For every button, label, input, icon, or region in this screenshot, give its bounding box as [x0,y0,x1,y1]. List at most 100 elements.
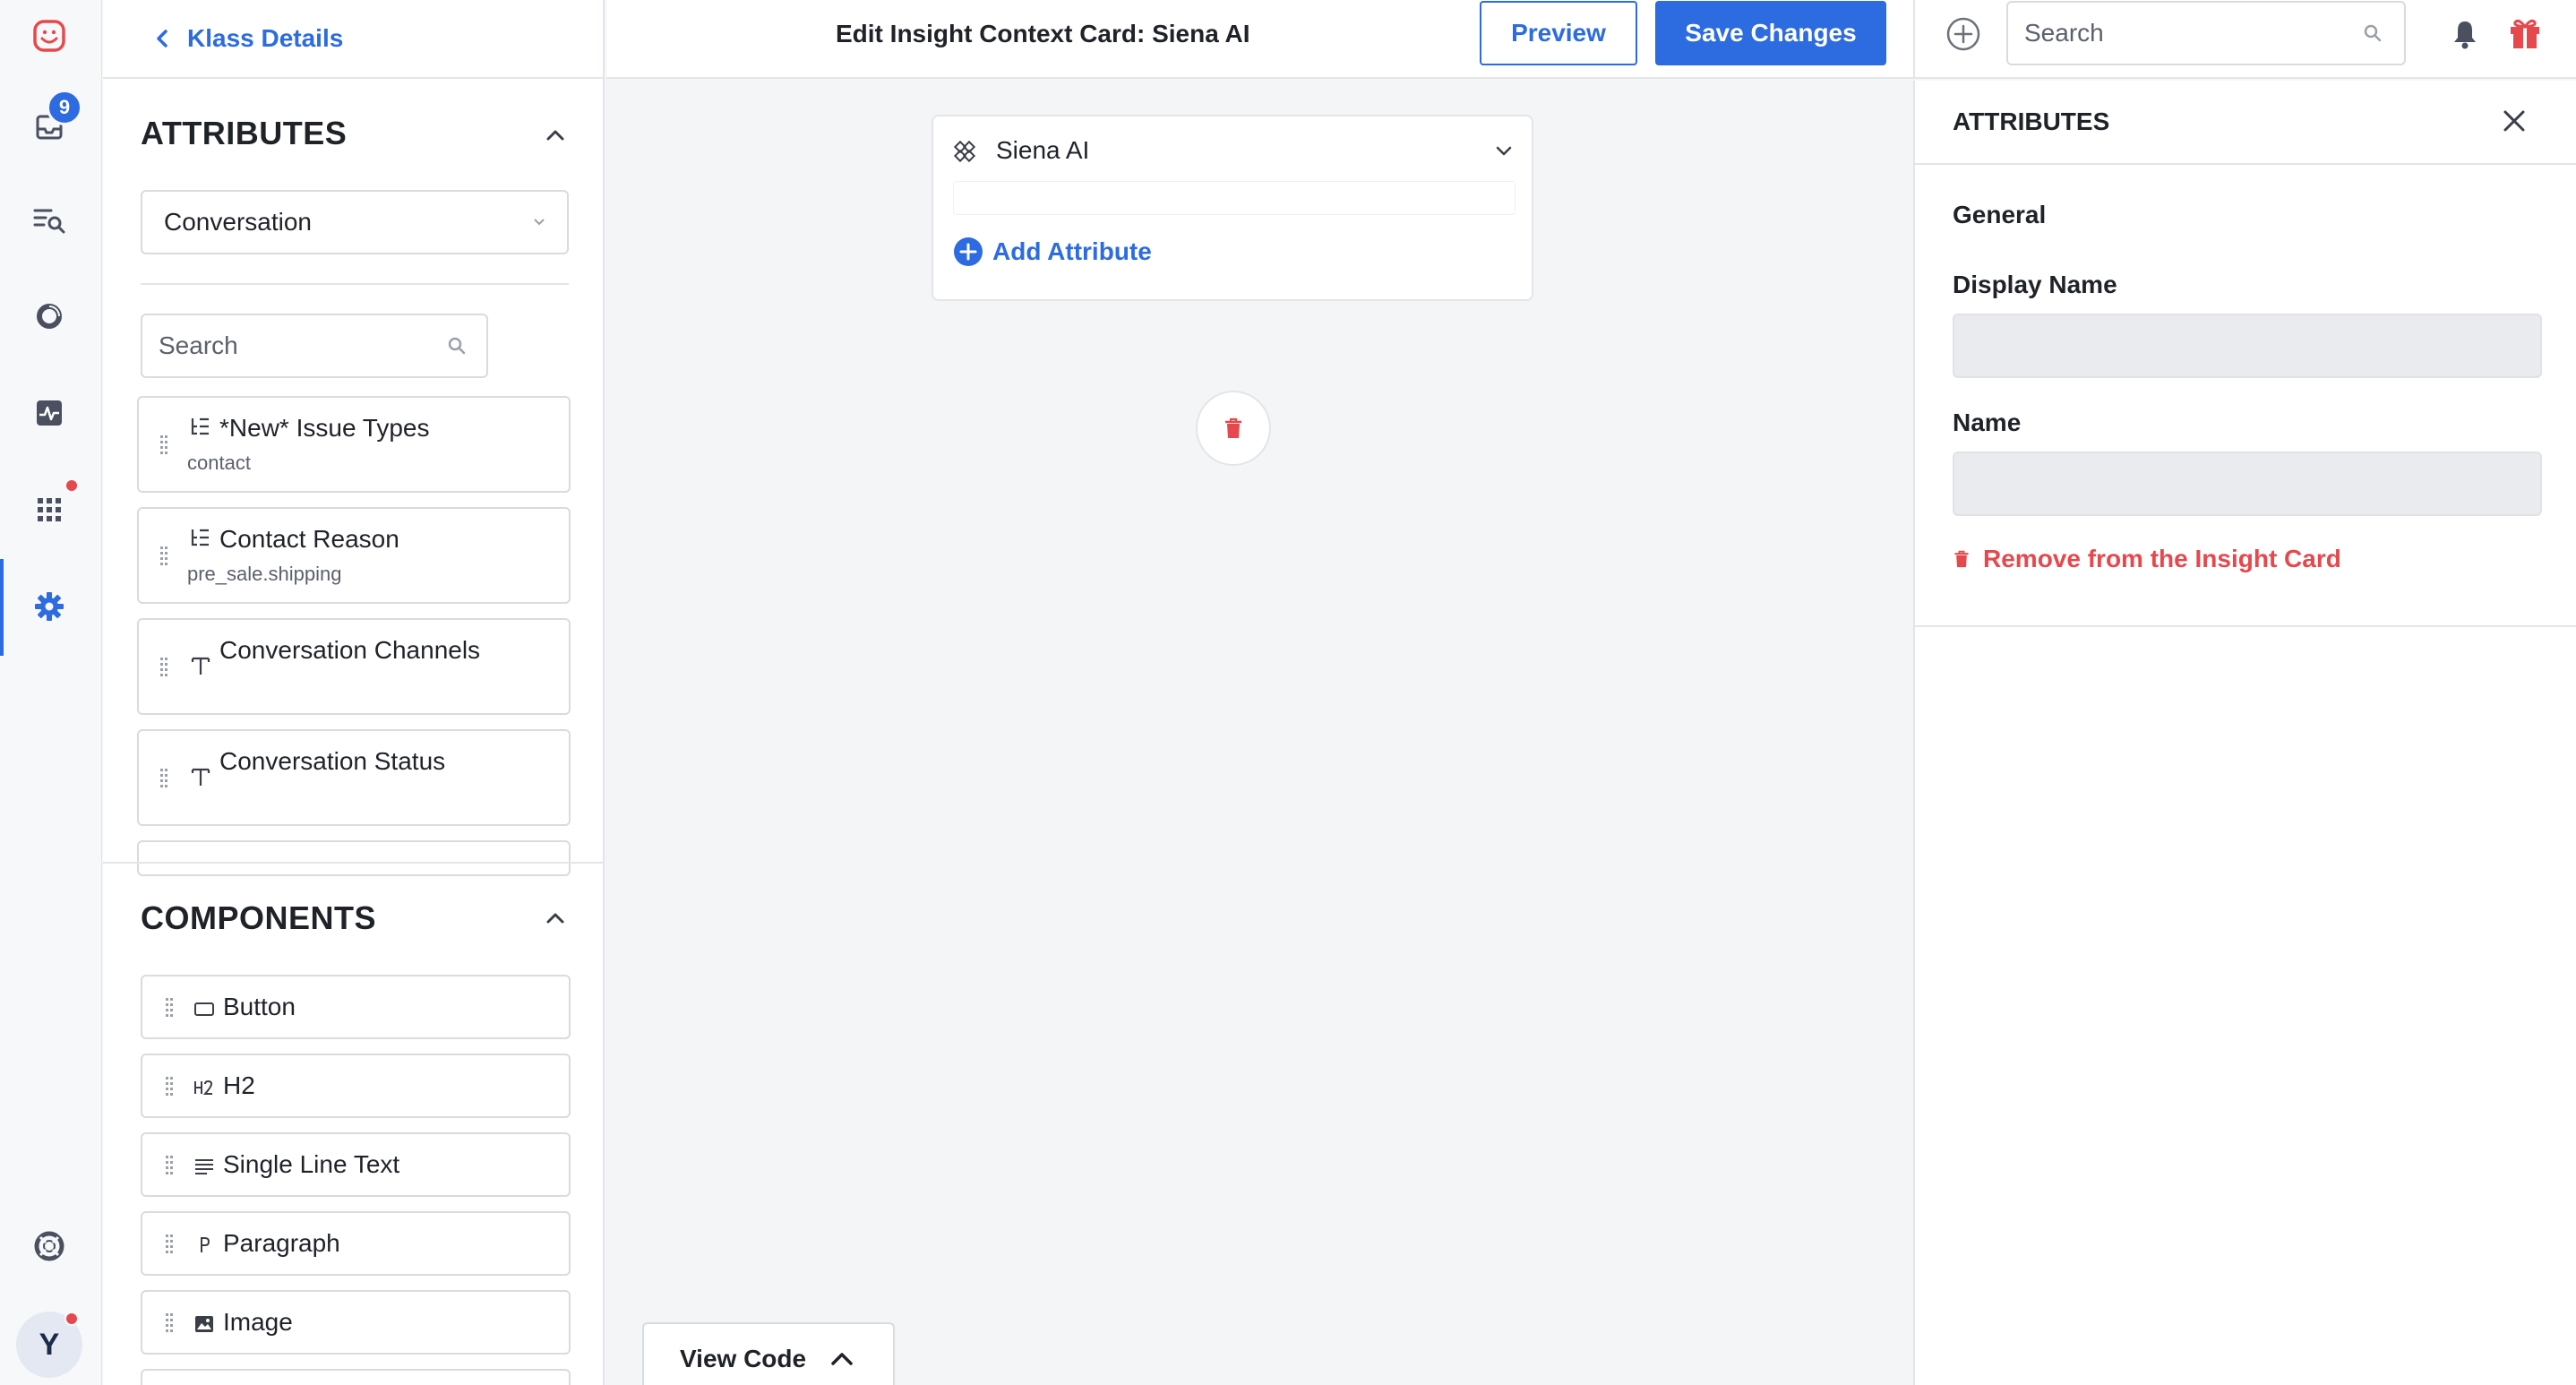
editor-header: Edit Insight Context Card: Siena AI Prev… [606,0,1913,79]
tree-icon [191,529,209,546]
active-indicator [0,559,4,656]
attribute-search-placeholder: Search [159,331,238,359]
drag-handle-icon[interactable] [164,996,175,1019]
nav-help[interactable] [20,1217,79,1276]
preview-button[interactable]: Preview [1480,1,1637,65]
attribute-item[interactable]: Conversation Channels [137,618,571,715]
object-type-value: Conversation [164,208,312,236]
search-icon [2364,24,2382,42]
drag-handle-icon[interactable] [164,1312,175,1335]
back-link-label: Klass Details [187,24,344,52]
search-icon [448,337,466,355]
properties-divider [1915,625,2576,627]
properties-header: ATTRIBUTES [1915,81,2576,165]
activity-icon [37,400,62,426]
close-icon[interactable] [2499,106,2529,136]
remove-from-card-button[interactable]: Remove from the Insight Card [1953,545,2341,573]
drag-handle-icon[interactable] [164,1233,175,1256]
user-avatar[interactable]: Y [16,1312,82,1378]
component-item-single-line-text[interactable]: Single Line Text [141,1132,571,1197]
chevron-down-icon[interactable] [1490,138,1517,165]
drag-handle-icon[interactable] [164,1075,175,1098]
object-type-select[interactable]: Conversation [141,190,569,254]
button-icon [194,1002,214,1016]
insight-card[interactable]: Siena AI Add Attribute [932,115,1533,301]
display-name-field[interactable] [1953,314,2542,378]
chevron-up-icon [831,1353,853,1365]
attribute-title: *New* Issue Types [219,414,430,442]
name-label: Name [1953,409,2022,436]
drag-handle-icon[interactable] [159,767,169,790]
nav-apps[interactable] [20,478,79,539]
avatar-initial: Y [39,1327,60,1362]
chevron-down-icon [534,219,545,226]
name-field[interactable] [1953,452,2542,516]
text-type-icon [191,657,210,675]
lines-icon [195,1159,213,1174]
drag-handle-icon[interactable] [159,656,169,679]
attribute-search-input[interactable]: Search [141,314,488,378]
drag-handle-icon[interactable] [159,434,169,457]
component-item-paragraph[interactable]: Paragraph [141,1211,571,1276]
drag-handle-icon[interactable] [164,1154,175,1177]
bell-icon[interactable] [2449,18,2481,50]
component-item-h2[interactable]: H2 [141,1054,571,1118]
page-title: Edit Insight Context Card: Siena AI [836,20,1250,47]
nav-analytics[interactable] [20,287,79,346]
attributes-section-title: ATTRIBUTES [141,115,348,151]
editor-canvas: Siena AI Add Attribute View Code [606,81,1913,1385]
attribute-drop-zone[interactable] [953,181,1516,215]
chevron-left-icon [157,30,167,47]
brand-logo[interactable] [20,7,79,66]
save-changes-button[interactable]: Save Changes [1655,1,1886,65]
integration-icon [953,140,976,163]
apps-notification-dot [64,478,79,493]
trash-icon [1225,417,1241,438]
insight-card-title: Siena AI [996,136,1090,164]
back-link[interactable]: Klass Details [103,0,603,79]
add-attribute-label: Add Attribute [992,237,1152,265]
display-name-label: Display Name [1953,271,2117,298]
global-search-input[interactable]: Search [2006,1,2406,65]
global-search-placeholder: Search [2024,19,2104,47]
attribute-subtitle: pre_sale.shipping [187,563,342,585]
h2-icon [194,1080,213,1095]
text-type-icon [191,768,210,786]
donut-chart-icon [37,304,62,329]
attribute-title: Conversation Channels [219,636,481,664]
gift-icon[interactable] [2506,14,2544,52]
list-search-icon [33,209,65,234]
view-code-toggle[interactable]: View Code [642,1322,895,1385]
attribute-item[interactable]: *New* Issue Types contact [137,396,571,493]
attribute-subtitle: contact [187,452,251,474]
gear-icon [35,592,64,621]
component-label: Single Line Text [223,1150,400,1178]
components-section-title: COMPONENTS [141,899,377,937]
nav-search-list[interactable] [20,190,79,249]
collapse-components-icon[interactable] [540,903,571,933]
drag-handle-icon[interactable] [159,545,169,568]
tree-icon [191,417,209,435]
attribute-title: Contact Reason [219,525,399,553]
delete-card-button[interactable] [1196,391,1271,466]
attribute-item[interactable]: Conversation Status [137,729,571,826]
attribute-item-partial[interactable] [137,840,571,876]
add-circle-icon[interactable] [1945,16,1981,52]
properties-title: ATTRIBUTES [1953,108,2110,135]
inbox-count-badge: 9 [47,90,82,125]
component-item-button[interactable]: Button [141,975,571,1039]
nav-inbox[interactable]: 9 [20,90,82,156]
nav-settings[interactable] [20,577,79,636]
global-toolbar: Search [1913,0,2576,79]
nav-activity[interactable] [20,383,79,443]
add-attribute-button[interactable]: Add Attribute [953,237,1152,267]
component-item-partial[interactable] [141,1369,571,1385]
component-label: Paragraph [223,1229,340,1257]
collapse-attributes-icon[interactable] [540,120,571,151]
attribute-item[interactable]: Contact Reason pre_sale.shipping [137,507,571,604]
select-divider [141,283,569,285]
paragraph-icon [201,1237,210,1252]
grid-apps-icon [38,498,61,521]
image-icon [195,1316,213,1332]
component-item-image[interactable]: Image [141,1290,571,1355]
